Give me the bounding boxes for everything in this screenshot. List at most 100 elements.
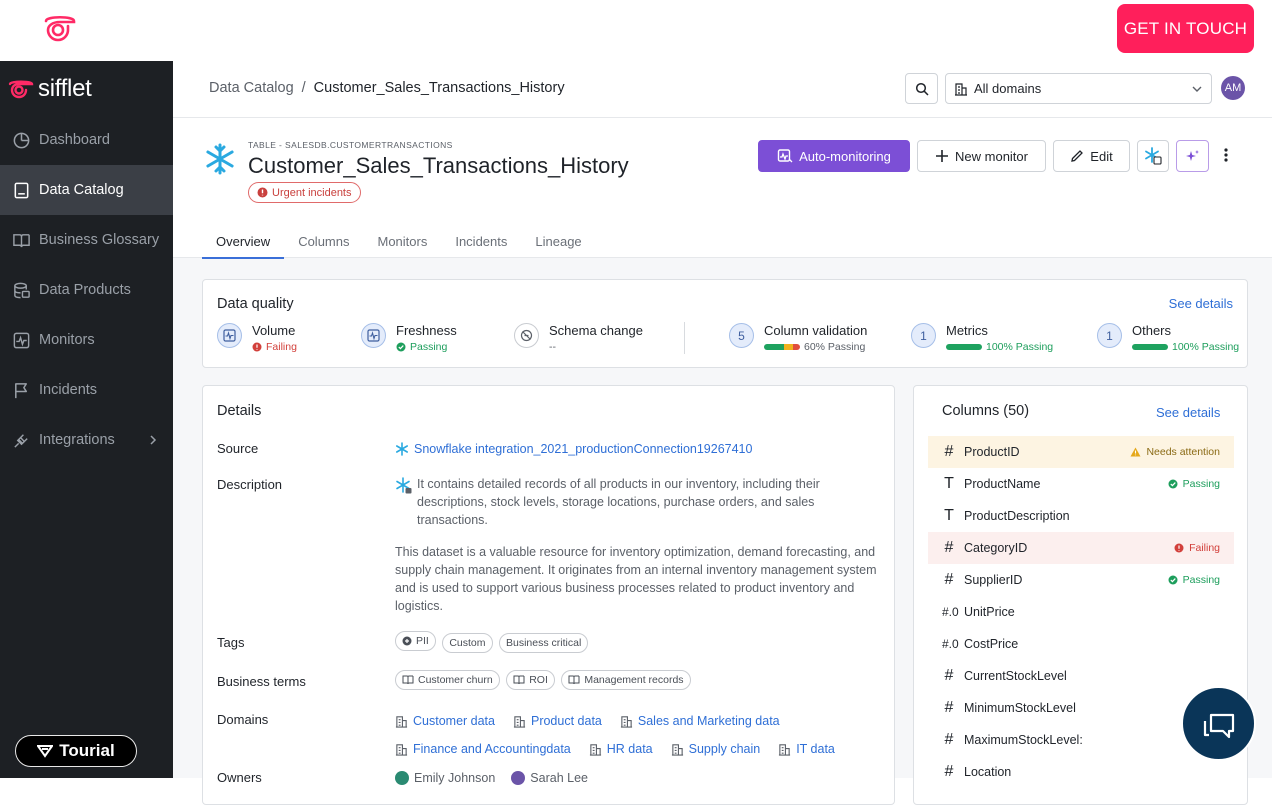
decimal-type-icon: #.0: [942, 605, 959, 619]
term-chip[interactable]: Customer churn: [395, 670, 500, 690]
sidebar-item-incidents[interactable]: Incidents: [0, 365, 173, 415]
domain-link[interactable]: Product data: [513, 709, 602, 734]
column-row[interactable]: # ProductID Needs attention: [928, 436, 1234, 468]
domain-link[interactable]: HR data: [589, 737, 653, 762]
get-in-touch-button[interactable]: GET IN TOUCH: [1117, 4, 1254, 53]
plus-icon: [936, 150, 949, 162]
auto-monitoring-button[interactable]: Auto-monitoring: [758, 140, 910, 172]
tourial-badge[interactable]: Tourial: [15, 735, 137, 767]
dq-item-status: 60% Passing: [804, 341, 866, 353]
sidebar-item-monitors[interactable]: Monitors: [0, 315, 173, 365]
sidebar-item-label: Monitors: [39, 332, 95, 348]
avatar[interactable]: AM: [1221, 76, 1245, 100]
failing-icon: [1174, 543, 1184, 553]
failing-icon: [252, 342, 262, 352]
dq-item-name: Volume: [252, 323, 296, 338]
domain-link[interactable]: Finance and Accountingdata: [395, 737, 571, 762]
owner-item[interactable]: Sarah Lee: [511, 769, 588, 787]
dq-others[interactable]: 1 Others 100% Passing: [1097, 323, 1239, 353]
owner-item[interactable]: Emily Johnson: [395, 769, 495, 787]
sidebar-item-integrations[interactable]: Integrations: [0, 415, 173, 465]
open-in-snowflake-button[interactable]: [1137, 140, 1169, 172]
breadcrumb-separator: /: [301, 80, 306, 96]
description-text-2: This dataset is a valuable resource for …: [395, 545, 877, 613]
column-row[interactable]: #.0 UnitPrice: [928, 596, 1234, 628]
tab-lineage[interactable]: Lineage: [521, 234, 595, 259]
tab-incidents[interactable]: Incidents: [441, 234, 521, 259]
domain-link[interactable]: Sales and Marketing data: [620, 709, 780, 734]
divider: [684, 322, 685, 354]
tag-chip[interactable]: PII: [395, 631, 436, 651]
domain-select[interactable]: All domains: [945, 73, 1212, 104]
urgent-incidents-badge[interactable]: Urgent incidents: [248, 182, 361, 203]
source-link[interactable]: Snowflake integration_2021_productionCon…: [395, 440, 752, 458]
tag-chip[interactable]: Custom: [442, 633, 493, 653]
columns-see-details-link[interactable]: See details: [1156, 405, 1220, 420]
sidebar-item-data-catalog[interactable]: Data Catalog: [0, 165, 173, 215]
edit-button[interactable]: Edit: [1053, 140, 1130, 172]
business-terms-list: Customer churn ROI Management records: [395, 670, 694, 690]
owners-list: Emily Johnson Sarah Lee: [395, 769, 588, 787]
chat-launcher-button[interactable]: [1181, 686, 1256, 761]
sidebar-item-label: Integrations: [39, 432, 115, 448]
sidebar-item-label: Incidents: [39, 382, 98, 398]
dq-metrics[interactable]: 1 Metrics 100% Passing: [911, 323, 1053, 353]
breadcrumb-root[interactable]: Data Catalog: [209, 80, 294, 96]
dq-item-status: 100% Passing: [986, 341, 1054, 353]
open-book-icon: [402, 675, 414, 685]
dq-item-name: Freshness: [396, 323, 457, 338]
business-terms-label: Business terms: [217, 674, 306, 689]
column-row[interactable]: #.0 CostPrice: [928, 628, 1234, 660]
domain-link[interactable]: IT data: [778, 737, 835, 762]
building-icon: [671, 744, 683, 756]
column-row[interactable]: # SupplierID Passing: [928, 564, 1234, 596]
dq-freshness[interactable]: Freshness Passing: [361, 323, 457, 353]
column-row[interactable]: T ProductName Passing: [928, 468, 1234, 500]
domain-link[interactable]: Customer data: [395, 709, 495, 734]
search-button[interactable]: [905, 73, 938, 104]
tab-columns[interactable]: Columns: [284, 234, 363, 259]
sidebar-item-data-products[interactable]: Data Products: [0, 265, 173, 315]
column-row[interactable]: # Location: [928, 756, 1234, 788]
tab-monitors[interactable]: Monitors: [363, 234, 441, 259]
data-quality-see-details-link[interactable]: See details: [1169, 296, 1233, 311]
term-chip[interactable]: Management records: [561, 670, 691, 690]
pencil-icon: [1071, 150, 1084, 162]
column-row[interactable]: # CurrentStockLevel: [928, 660, 1234, 692]
ai-assistant-button[interactable]: [1176, 140, 1209, 172]
column-name: MaximumStockLevel:: [964, 733, 1083, 747]
dashboard-icon: [13, 132, 30, 148]
sifflet-logo-icon[interactable]: [42, 13, 78, 48]
shield-icon: [402, 636, 412, 646]
count-badge: 5: [729, 323, 754, 348]
tourial-label: Tourial: [59, 741, 115, 760]
breadcrumb-current: Customer_Sales_Transactions_History: [313, 80, 565, 96]
new-monitor-button[interactable]: New monitor: [917, 140, 1046, 172]
page-title: Customer_Sales_Transactions_History: [248, 153, 629, 178]
column-name: CategoryID: [964, 541, 1028, 555]
column-name: CurrentStockLevel: [964, 669, 1067, 683]
dq-schema-change[interactable]: Schema change --: [514, 323, 643, 353]
column-row[interactable]: # CategoryID Failing: [928, 532, 1234, 564]
sidebar-item-dashboard[interactable]: Dashboard: [0, 115, 173, 165]
dq-column-validation[interactable]: 5 Column validation 60% Passing: [729, 323, 867, 353]
top-bar: GET IN TOUCH: [0, 0, 1272, 61]
flag-icon: [15, 382, 28, 398]
more-options-icon[interactable]: [1224, 147, 1228, 168]
tourial-logo-icon: [37, 745, 54, 758]
column-status: Failing: [1174, 542, 1220, 554]
dq-volume[interactable]: Volume Failing: [217, 323, 297, 353]
domain-link[interactable]: Supply chain: [671, 737, 760, 762]
snowflake-icon: [396, 442, 408, 456]
brand[interactable]: sifflet: [8, 75, 92, 103]
metrics-progress-bar: [946, 344, 982, 350]
tab-overview[interactable]: Overview: [202, 234, 285, 259]
book-icon: [14, 182, 29, 198]
term-chip[interactable]: ROI: [506, 670, 555, 690]
tag-chip[interactable]: Business critical: [499, 633, 589, 653]
number-type-icon: #: [944, 699, 954, 716]
column-row[interactable]: T ProductDescription: [928, 500, 1234, 532]
pulse-icon: [13, 332, 30, 348]
sidebar-item-business-glossary[interactable]: Business Glossary: [0, 215, 173, 265]
details-title: Details: [217, 403, 262, 419]
